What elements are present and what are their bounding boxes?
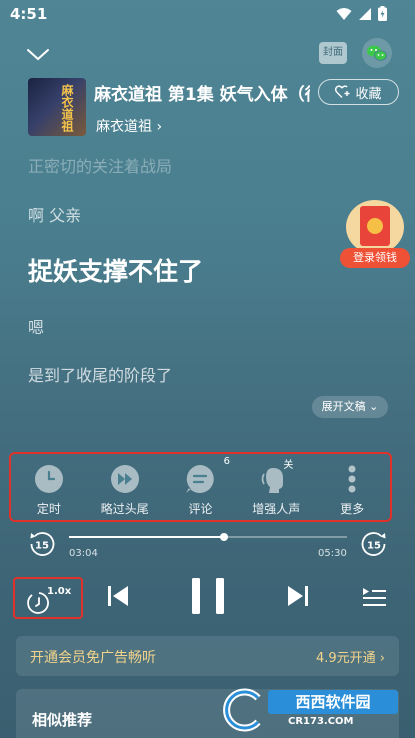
action-label: 评论 xyxy=(188,502,213,516)
clock-icon xyxy=(34,465,63,493)
red-packet-label: 登录领钱 xyxy=(340,248,410,268)
vip-promo-text: 开通会员免广告畅听 xyxy=(30,650,156,666)
lyric-line: 正密切的关注着战局 xyxy=(28,157,173,176)
wechat-share-button[interactable] xyxy=(362,38,392,68)
similar-heading: 相似推荐 xyxy=(32,711,93,729)
lyric-line: 是到了收尾的阶段了 xyxy=(28,366,173,385)
playlist-icon[interactable] xyxy=(360,582,388,610)
album-cover-text: 麻衣道祖 xyxy=(60,84,74,132)
watermark-url: CR173.COM xyxy=(288,716,354,727)
pause-icon[interactable] xyxy=(188,574,228,618)
skip-intro-outro-button[interactable]: 略过头尾 xyxy=(87,454,163,520)
lyrics-panel[interactable]: 正密切的关注着战局 啊 父亲 捉妖支撑不住了 嗯 是到了收尾的阶段了 xyxy=(0,148,415,418)
total-time: 05:30 xyxy=(318,548,347,559)
red-packet-icon xyxy=(346,200,404,254)
vip-price-cta[interactable]: 4.9元开通 › xyxy=(316,647,385,666)
speed-value: 1.0x xyxy=(47,586,72,597)
skip-forward-15-button[interactable]: 15 xyxy=(360,530,388,558)
comment-icon xyxy=(186,465,215,493)
current-time: 03:04 xyxy=(69,548,98,559)
favorite-button[interactable]: 收藏 xyxy=(318,79,399,105)
more-icon xyxy=(348,465,356,493)
wifi-icon xyxy=(336,7,352,20)
skip-back-15-button[interactable]: 15 xyxy=(28,530,56,558)
watermark-name: 西西软件园 xyxy=(268,690,398,714)
battery-icon xyxy=(378,6,387,21)
progress-area: 15 03:04 05:30 15 xyxy=(0,528,415,564)
watermark-logo xyxy=(223,688,261,732)
action-label: 更多 xyxy=(340,502,365,516)
action-label: 略过头尾 xyxy=(100,502,149,516)
signal-icon xyxy=(359,7,371,20)
comment-count-badge: 6 xyxy=(223,456,230,467)
seek-bar-thumb[interactable] xyxy=(219,533,228,541)
expand-transcript-button[interactable]: 展开文稿 ⌄ xyxy=(312,396,388,418)
red-packet-promo[interactable]: 登录领钱 xyxy=(340,200,410,268)
author-link[interactable]: 麻衣道祖 › xyxy=(96,116,162,136)
seek-bar-fill xyxy=(69,536,224,538)
status-icons xyxy=(336,6,387,21)
skip-back-seconds: 15 xyxy=(35,541,49,552)
seek-bar[interactable] xyxy=(69,533,347,541)
action-row: 定时 略过头尾 6 评论 关 增强人声 更多 xyxy=(9,452,392,522)
track-title: 麻衣道祖 第1集 妖气入体（待 xyxy=(94,85,310,105)
more-button[interactable]: 更多 xyxy=(314,454,390,520)
forward-15-icon: 15 xyxy=(361,532,386,556)
author-name: 麻衣道祖 xyxy=(96,119,152,135)
status-bar: 4:51 xyxy=(0,0,415,28)
status-time: 4:51 xyxy=(10,5,48,23)
wechat-icon xyxy=(367,45,387,61)
voice-boost-state-badge: 关 xyxy=(283,460,294,471)
favorite-label: 收藏 xyxy=(355,86,382,102)
site-watermark: 西西软件园 CR173.COM xyxy=(218,686,398,734)
chevron-down-icon[interactable] xyxy=(24,40,52,68)
lyric-line: 啊 父亲 xyxy=(28,206,82,225)
action-label: 增强人声 xyxy=(252,502,301,516)
skip-forward-seconds: 15 xyxy=(367,541,381,552)
rewind-15-icon: 15 xyxy=(30,532,55,556)
vip-promo-bar[interactable]: 开通会员免广告畅听 4.9元开通 › xyxy=(16,636,399,676)
playback-controls: 1.0x xyxy=(0,572,415,622)
next-track-icon[interactable] xyxy=(284,582,312,610)
previous-track-icon[interactable] xyxy=(104,582,132,610)
expand-transcript-label: 展开文稿 xyxy=(321,400,366,413)
voice-boost-button[interactable]: 关 增强人声 xyxy=(238,454,314,520)
heart-plus-icon xyxy=(335,85,350,98)
album-cover[interactable]: 麻衣道祖 xyxy=(28,78,86,136)
cover-toggle-button[interactable]: 封面 xyxy=(319,42,347,64)
skip-intro-icon xyxy=(110,465,139,493)
action-label: 定时 xyxy=(36,502,61,516)
lyric-line: 嗯 xyxy=(28,318,45,337)
lyric-line-active: 捉妖支撑不住了 xyxy=(28,257,204,286)
comment-button[interactable]: 6 评论 xyxy=(163,454,239,520)
player-header: 封面 xyxy=(0,36,415,76)
vip-price-label: 4.9元开通 xyxy=(315,651,376,666)
playback-speed-button[interactable]: 1.0x xyxy=(13,577,83,619)
timer-button[interactable]: 定时 xyxy=(11,454,87,520)
